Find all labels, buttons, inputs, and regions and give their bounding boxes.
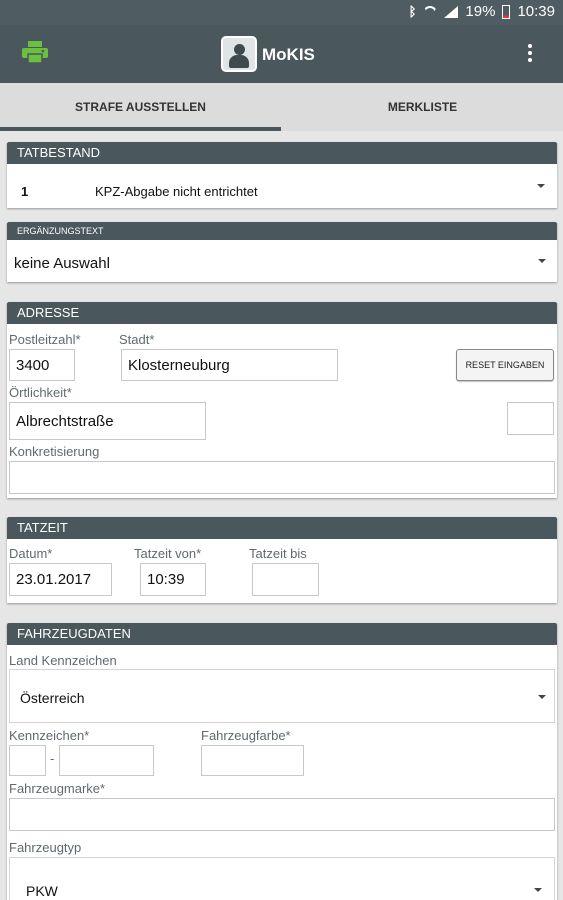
card-adresse: ADRESSE Postleitzahl* 3400 Stadt* Kloste…: [7, 302, 557, 498]
postleitzahl-label: Postleitzahl*: [9, 332, 81, 347]
kennzeichen-prefix-field[interactable]: [9, 745, 46, 776]
datum-label: Datum*: [9, 546, 53, 561]
app-bar: MoKIS: [0, 25, 563, 83]
status-bar: ᛒ 19% 10:39: [0, 0, 563, 25]
kennzeichen-field[interactable]: [59, 745, 154, 776]
tatzeit-bis-label: Tatzeit bis: [249, 546, 307, 561]
tatbestand-code: 1: [21, 184, 29, 199]
card-fahrzeugdaten: FAHRZEUGDATEN Land Kennzeichen Österreic…: [7, 623, 557, 900]
overflow-menu-icon[interactable]: [527, 44, 533, 64]
dropdown-caret-icon: [538, 695, 546, 699]
land-kennzeichen-value: Österreich: [20, 690, 85, 706]
fahrzeugtyp-label: Fahrzeugtyp: [9, 840, 82, 855]
hausnummer-field[interactable]: [507, 402, 554, 435]
ergaenzungstext-value: keine Auswahl: [14, 255, 110, 272]
land-kennzeichen-label: Land Kennzeichen: [9, 653, 117, 668]
oertlichkeit-label: Örtlichkeit*: [9, 385, 72, 400]
card-header: FAHRZEUGDATEN: [7, 623, 557, 645]
fahrzeugmarke-field[interactable]: [9, 798, 555, 831]
clock: 10:39: [517, 3, 555, 20]
battery-icon: [502, 4, 511, 19]
fahrzeugtyp-value: PKW: [26, 883, 58, 899]
battery-percent: 19%: [465, 3, 496, 20]
signal-icon: [444, 5, 459, 18]
card-tatzeit: TATZEIT Datum* 23.01.2017 Tatzeit von* 1…: [7, 517, 557, 603]
stadt-field[interactable]: Klosterneuburg: [121, 349, 338, 381]
kennzeichen-separator: -: [50, 751, 55, 766]
tab-merkliste[interactable]: MERKLISTE: [282, 83, 563, 131]
tatbestand-select[interactable]: 1 KPZ-Abgabe nicht entrichtet: [7, 164, 557, 208]
bluetooth-icon: ᛒ: [408, 4, 417, 19]
fahrzeugtyp-select[interactable]: PKW: [9, 857, 555, 900]
tatzeit-von-field[interactable]: 10:39: [140, 563, 206, 596]
card-header: TATBESTAND: [7, 142, 557, 164]
card-tatbestand: TATBESTAND 1 KPZ-Abgabe nicht entrichtet: [7, 142, 557, 208]
dropdown-caret-icon: [534, 888, 542, 892]
print-icon[interactable]: [22, 41, 48, 63]
tab-bar: STRAFE AUSSTELLEN MERKLISTE: [0, 83, 563, 131]
konkretisierung-label: Konkretisierung: [9, 444, 100, 459]
datum-field[interactable]: 23.01.2017: [9, 563, 112, 596]
card-header: ERGÄNZUNGSTEXT: [7, 222, 557, 240]
reset-button[interactable]: RESET EINGABEN: [456, 349, 554, 381]
dropdown-caret-icon: [538, 259, 546, 263]
app-title: MoKIS: [262, 45, 315, 64]
wifi-icon: [423, 6, 437, 18]
tatzeit-von-label: Tatzeit von*: [134, 546, 202, 561]
konkretisierung-field[interactable]: [9, 461, 555, 494]
app-logo-icon: [221, 36, 257, 72]
card-header: TATZEIT: [7, 517, 557, 539]
card-ergaenzungstext: ERGÄNZUNGSTEXT keine Auswahl: [7, 222, 557, 282]
fahrzeugfarbe-label: Fahrzeugfarbe*: [201, 728, 291, 743]
kennzeichen-label: Kennzeichen*: [9, 728, 90, 743]
fahrzeugfarbe-field[interactable]: [201, 745, 304, 776]
tatzeit-bis-field[interactable]: [252, 563, 319, 596]
tatbestand-text: KPZ-Abgabe nicht entrichtet: [95, 184, 258, 199]
dropdown-caret-icon: [537, 184, 545, 188]
postleitzahl-field[interactable]: 3400: [9, 349, 75, 381]
oertlichkeit-field[interactable]: Albrechtstraße: [9, 402, 206, 440]
ergaenzungstext-select[interactable]: keine Auswahl: [7, 240, 557, 282]
card-header: ADRESSE: [7, 302, 557, 324]
active-tab-indicator: [0, 127, 281, 131]
land-kennzeichen-select[interactable]: Österreich: [9, 669, 555, 723]
stadt-label: Stadt*: [119, 332, 155, 347]
fahrzeugmarke-label: Fahrzeugmarke*: [9, 781, 106, 796]
tab-strafe-ausstellen[interactable]: STRAFE AUSSTELLEN: [0, 83, 281, 131]
